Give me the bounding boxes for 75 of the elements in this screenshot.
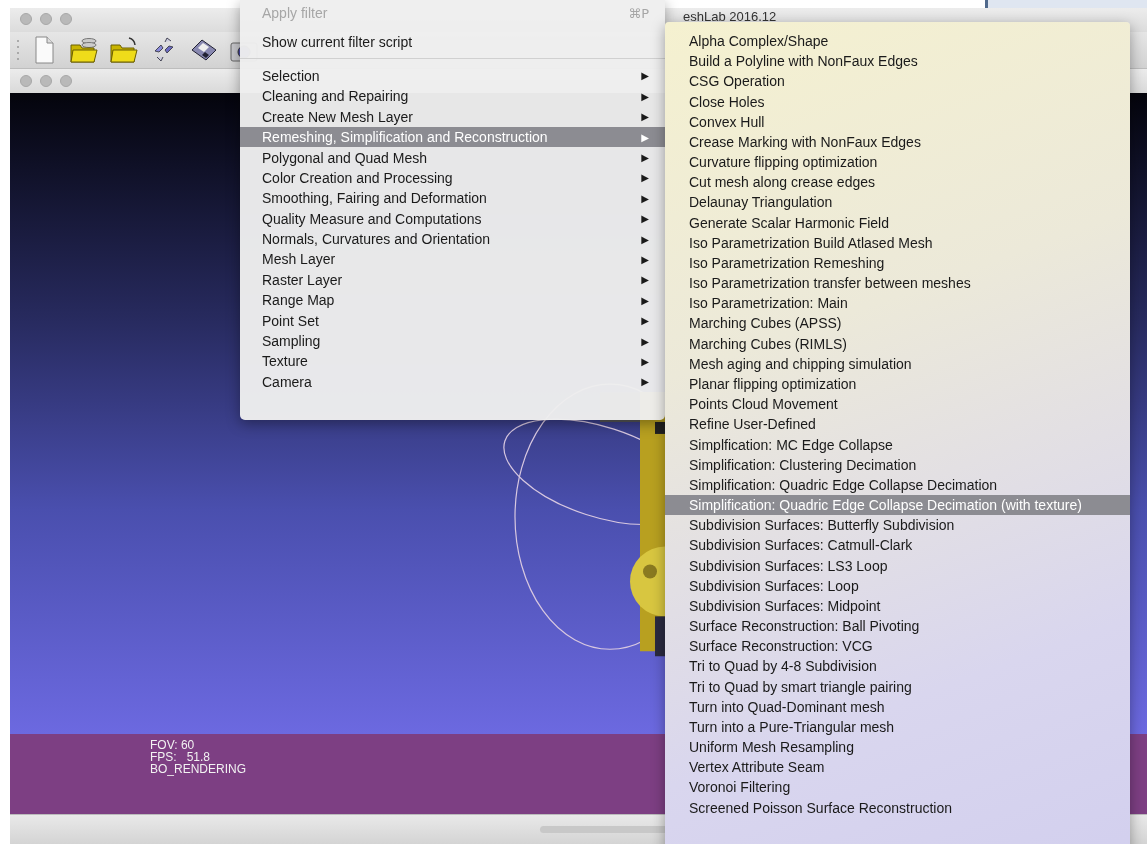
submenu-item[interactable]: Raster Layer ▶ bbox=[240, 269, 665, 291]
menu-item[interactable]: Subdivision Surfaces: Catmull-Clark bbox=[665, 535, 1130, 556]
menu-item[interactable]: Simplfication: MC Edge Collapse bbox=[665, 434, 1130, 455]
window-title: eshLab 2016.12 bbox=[683, 8, 778, 24]
submenu-item[interactable]: Camera ▶ bbox=[240, 371, 665, 393]
menu-item[interactable]: Surface Reconstruction: VCG bbox=[665, 636, 1130, 657]
submenu-arrow-icon: ▶ bbox=[641, 294, 649, 306]
menu-item[interactable]: Refine User-Defined bbox=[665, 414, 1130, 435]
menu-item[interactable]: Turn into Quad-Dominant mesh bbox=[665, 696, 1130, 717]
submenu-arrow-icon: ▶ bbox=[641, 70, 649, 82]
submenu-item[interactable]: Normals, Curvatures and Orientation ▶ bbox=[240, 228, 665, 250]
submenu-arrow-icon: ▶ bbox=[641, 274, 649, 286]
submenu-item[interactable]: Color Creation and Processing ▶ bbox=[240, 167, 665, 189]
menu-item[interactable]: Subdivision Surfaces: LS3 Loop bbox=[665, 555, 1130, 576]
menu-item[interactable]: Show current filter script bbox=[240, 31, 665, 52]
render-info-text: FOV: 60 bbox=[150, 739, 195, 751]
menu-item[interactable]: Close Holes bbox=[665, 91, 1130, 112]
submenu-arrow-icon: ▶ bbox=[641, 131, 649, 143]
menu-item[interactable]: Surface Reconstruction: Ball Pivoting bbox=[665, 616, 1130, 637]
submenu-item[interactable]: Polygonal and Quad Mesh ▶ bbox=[240, 147, 665, 168]
submenu-arrow-icon: ▶ bbox=[641, 315, 649, 327]
submenu-arrow-icon: ▶ bbox=[641, 376, 649, 388]
submenu-arrow-icon: ▶ bbox=[641, 90, 649, 102]
submenu-arrow-icon: ▶ bbox=[641, 213, 649, 225]
submenu-arrow-icon: ▶ bbox=[641, 111, 649, 123]
menu-item[interactable]: Mesh aging and chipping simulation bbox=[665, 353, 1130, 374]
menu-item[interactable]: Curvature flipping optimization bbox=[665, 152, 1130, 173]
render-info-text: BO_RENDERING bbox=[150, 763, 247, 775]
menu-item[interactable]: Marching Cubes (APSS) bbox=[665, 313, 1130, 334]
menu-item[interactable]: Iso Parametrization: Main bbox=[665, 293, 1130, 314]
menu-item[interactable]: Points Cloud Movement bbox=[665, 394, 1130, 415]
menu-item[interactable]: Turn into a Pure-Triangular mesh bbox=[665, 716, 1130, 737]
menu-item[interactable]: Delaunay Triangulation bbox=[665, 192, 1130, 213]
menu-item[interactable]: Screened Poisson Surface Reconstruction bbox=[665, 797, 1130, 818]
submenu-item[interactable]: Mesh Layer ▶ bbox=[240, 249, 665, 270]
submenu-item[interactable]: Selection ▶ bbox=[240, 65, 665, 87]
menu-item[interactable]: Iso Parametrization transfer between meshes bbox=[665, 273, 1130, 294]
submenu-item[interactable]: Sampling ▶ bbox=[240, 330, 665, 352]
menu-item[interactable]: Iso Parametrization Build Atlased Mesh bbox=[665, 232, 1130, 253]
menu-item[interactable]: Vertex Attribute Seam bbox=[665, 757, 1130, 778]
menu-item[interactable]: Tri to Quad by 4-8 Subdivision bbox=[665, 656, 1130, 677]
submenu-arrow-icon: ▶ bbox=[641, 152, 649, 164]
submenu-arrow-icon: ▶ bbox=[641, 355, 649, 367]
submenu-item[interactable]: Range Map ▶ bbox=[240, 290, 665, 311]
render-info-text: FPS: 51.8 bbox=[150, 751, 211, 763]
menu-item[interactable]: Subdivision Surfaces: Midpoint bbox=[665, 595, 1130, 616]
menu-item[interactable]: Subdivision Surfaces: Butterfly Subdivision bbox=[665, 515, 1130, 536]
menu-item[interactable]: Voronoi Filtering bbox=[665, 777, 1130, 798]
menu-item[interactable]: Cut mesh along crease edges bbox=[665, 172, 1130, 193]
submenu-item[interactable]: Create New Mesh Layer ▶ bbox=[240, 106, 665, 127]
menu-item[interactable]: Generate Scalar Harmonic Field bbox=[665, 212, 1130, 233]
submenu-item[interactable]: Smoothing, Fairing and Deformation ▶ bbox=[240, 188, 665, 209]
shortcut-text: ⌘P bbox=[628, 5, 649, 21]
menu-item[interactable]: Planar flipping optimization bbox=[665, 373, 1130, 395]
menu-item[interactable]: Uniform Mesh Resampling bbox=[665, 737, 1130, 758]
menu-item[interactable]: Simplification: Clustering Decimation bbox=[665, 454, 1130, 475]
menu-item[interactable]: Convex Hull bbox=[665, 111, 1130, 132]
menu-item[interactable]: Subdivision Surfaces: Loop bbox=[665, 575, 1130, 596]
menu-item[interactable]: Build a Polyline with NonFaux Edges bbox=[665, 51, 1130, 72]
submenu-item[interactable]: Cleaning and Repairing ▶ bbox=[240, 86, 665, 107]
submenu-item[interactable]: Point Set ▶ bbox=[240, 310, 665, 331]
menu-item[interactable]: Simplification: Quadric Edge Collapse Decimation bbox=[665, 474, 1130, 495]
menu-item[interactable]: Crease Marking with NonFaux Edges bbox=[665, 131, 1130, 153]
menu-item[interactable]: Alpha Complex/Shape bbox=[665, 31, 1130, 52]
submenu-item[interactable]: Quality Measure and Computations ▶ bbox=[240, 208, 665, 229]
submenu-arrow-icon: ▶ bbox=[641, 254, 649, 265]
submenu-arrow-icon: ▶ bbox=[641, 335, 649, 347]
submenu-arrow-icon: ▶ bbox=[641, 172, 649, 184]
menu-item[interactable]: CSG Operation bbox=[665, 71, 1130, 92]
submenu-arrow-icon: ▶ bbox=[641, 233, 649, 245]
menu-item[interactable]: Iso Parametrization Remeshing bbox=[665, 252, 1130, 274]
submenu-arrow-icon: ▶ bbox=[641, 192, 649, 204]
menu-item[interactable]: Tri to Quad by smart triangle pairing bbox=[665, 676, 1130, 697]
submenu-item[interactable]: Texture ▶ bbox=[240, 351, 665, 372]
menu-item[interactable]: Marching Cubes (RIMLS) bbox=[665, 333, 1130, 354]
